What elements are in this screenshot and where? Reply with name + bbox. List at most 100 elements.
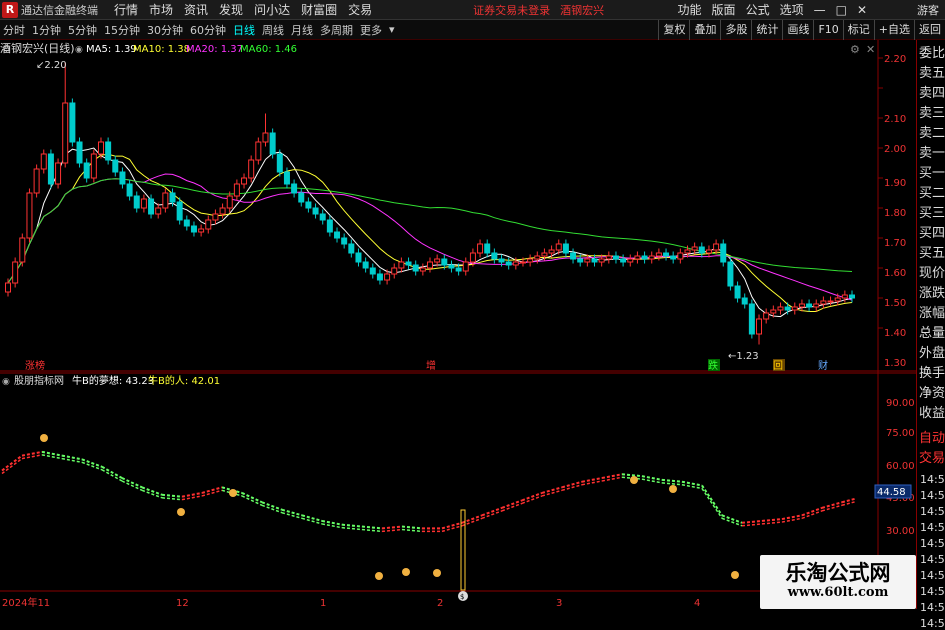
candle-body xyxy=(555,243,562,251)
menu-trade[interactable]: 交易 xyxy=(348,1,372,18)
candle-body xyxy=(291,183,298,194)
ma5-label: MA5: 1.39 xyxy=(86,44,137,55)
menu-layout[interactable]: 版面 xyxy=(712,1,736,18)
chart-area[interactable]: ⚙ 酒钢宏兴(日线) ◉ MA5: 1.39 MA10: 1.38 MA20: … xyxy=(0,40,916,609)
trade-login-warning: 证券交易未登录 xyxy=(473,3,551,17)
candle-body xyxy=(233,183,240,197)
guest-label[interactable]: 游客 xyxy=(917,2,939,18)
hand-pointer-icon xyxy=(433,569,441,577)
f10-button[interactable]: F10 xyxy=(813,19,842,40)
multi-stock-button[interactable]: 多股 xyxy=(720,19,751,40)
hand-pointer-icon xyxy=(669,485,677,493)
menu-formula[interactable]: 公式 xyxy=(746,1,770,18)
candle-body xyxy=(469,252,476,263)
add-watchlist-button[interactable]: +自选 xyxy=(873,19,914,40)
candle-body xyxy=(591,258,598,263)
candle-body xyxy=(55,162,62,185)
candle-body xyxy=(183,219,190,227)
candle-body xyxy=(756,318,763,335)
candle-body xyxy=(763,312,770,320)
menu-news[interactable]: 资讯 xyxy=(184,1,208,18)
back-button[interactable]: 返回 xyxy=(914,19,945,40)
candle-body xyxy=(33,168,40,194)
menu-ask-xiaoda[interactable]: 问小达 xyxy=(254,1,290,18)
chart-gear-icon[interactable]: ⚙ xyxy=(850,43,860,56)
side-panel-item-6: 买一 xyxy=(919,166,945,181)
side-panel-item-11: 现价 xyxy=(919,266,945,281)
hand-pointer-icon xyxy=(40,434,48,442)
side-panel-item-20[interactable]: 交易 xyxy=(919,451,945,467)
tab-5min[interactable]: 5分钟 xyxy=(65,22,100,38)
indicator-line1-label: 牛B的夢想: 43.23 xyxy=(72,374,154,387)
side-panel-item-19[interactable]: 自动 xyxy=(919,431,945,447)
marker-fall[interactable]: 跌 xyxy=(708,359,718,372)
candle-body xyxy=(283,171,290,185)
candle-body xyxy=(612,255,619,260)
candle-body xyxy=(727,261,734,287)
side-panel-item-15: 外盘 xyxy=(919,346,945,361)
candle-body xyxy=(570,252,577,260)
marker-return[interactable]: 回 xyxy=(773,360,783,372)
marker-limit-up[interactable]: 涨榜 xyxy=(25,359,45,372)
candle-body xyxy=(412,264,419,272)
ind-tick-60: 60.00 xyxy=(886,461,915,472)
marker-increase[interactable]: 增 xyxy=(426,359,436,372)
candle-body xyxy=(620,258,627,263)
candle-body xyxy=(190,225,197,233)
tab-30min[interactable]: 30分钟 xyxy=(144,22,186,38)
y-tick-140: 1.40 xyxy=(884,328,906,339)
menu-market[interactable]: 市场 xyxy=(149,1,173,18)
menu-options[interactable]: 选项 xyxy=(780,1,804,18)
trade-time-5: 14:56 xyxy=(920,553,945,566)
maximize-icon[interactable]: □ xyxy=(836,3,847,17)
quote-side-panel: 委比 卖五 卖四 卖三 卖二 卖一 买一 买二 买三 买四 买五 现价 涨跌 涨幅 总量 外盘 换手 净资 收益 自动… xyxy=(916,40,945,630)
candle-body xyxy=(548,249,555,254)
money-bag-symbol: $ xyxy=(460,593,464,601)
menu-functions[interactable]: 功能 xyxy=(678,1,702,18)
menu-market-quotes[interactable]: 行情 xyxy=(114,1,138,18)
tab-multi-period[interactable]: 多周期 xyxy=(317,22,356,38)
side-panel-item-14: 总量 xyxy=(919,326,945,341)
side-panel-item-8: 买三 xyxy=(919,206,945,221)
candle-body xyxy=(519,261,526,264)
more-dropdown-icon[interactable]: ▾ xyxy=(386,23,398,36)
draw-line-button[interactable]: 画线 xyxy=(782,19,813,40)
candle-body xyxy=(305,201,312,209)
candle-body xyxy=(684,249,691,254)
candle-body xyxy=(241,177,248,185)
trade-time-1: 14:56 xyxy=(920,489,945,502)
mark-button[interactable]: 标记 xyxy=(842,19,874,40)
x-tick-2: 2 xyxy=(437,598,443,609)
candle-body xyxy=(541,252,548,257)
tab-60min[interactable]: 60分钟 xyxy=(187,22,229,38)
candle-body xyxy=(219,207,226,215)
indicator-settings-icon[interactable]: ◉ xyxy=(2,377,10,387)
candle-body xyxy=(677,252,684,260)
side-panel-item-16: 换手 xyxy=(919,366,945,381)
tab-timeshare[interactable]: 分时 xyxy=(0,22,28,38)
close-icon[interactable]: ✕ xyxy=(857,3,867,17)
statistics-button[interactable]: 统计 xyxy=(751,19,782,40)
candle-body xyxy=(298,192,305,203)
marker-finance[interactable]: 财 xyxy=(818,359,828,372)
ma10-label: MA10: 1.38 xyxy=(133,44,190,55)
candle-body xyxy=(19,237,26,263)
candle-body xyxy=(362,261,369,269)
tab-monthly[interactable]: 月线 xyxy=(288,22,316,38)
adjust-button[interactable]: 复权 xyxy=(658,19,689,40)
menu-discover[interactable]: 发现 xyxy=(219,1,243,18)
tab-15min[interactable]: 15分钟 xyxy=(101,22,143,38)
tab-1min[interactable]: 1分钟 xyxy=(29,22,64,38)
menu-bar: R 通达信金融终端 行情 市场 资讯 发现 问小达 财富圈 交易 证券交易未登录… xyxy=(0,0,945,20)
menu-wealth-circle[interactable]: 财富圈 xyxy=(301,1,337,18)
overlay-button[interactable]: 叠加 xyxy=(689,19,720,40)
chart-close-icon[interactable]: ✕ xyxy=(866,43,875,56)
x-tick-1: 1 xyxy=(320,598,326,609)
candle-body xyxy=(627,258,634,263)
ma-toggle-icon[interactable]: ◉ xyxy=(75,45,83,55)
tab-daily[interactable]: 日线 xyxy=(230,22,258,38)
minimize-icon[interactable]: — xyxy=(814,3,826,17)
tab-weekly[interactable]: 周线 xyxy=(259,22,287,38)
trade-time-0: 14:56 xyxy=(920,473,945,486)
tab-more[interactable]: 更多 xyxy=(357,22,385,38)
